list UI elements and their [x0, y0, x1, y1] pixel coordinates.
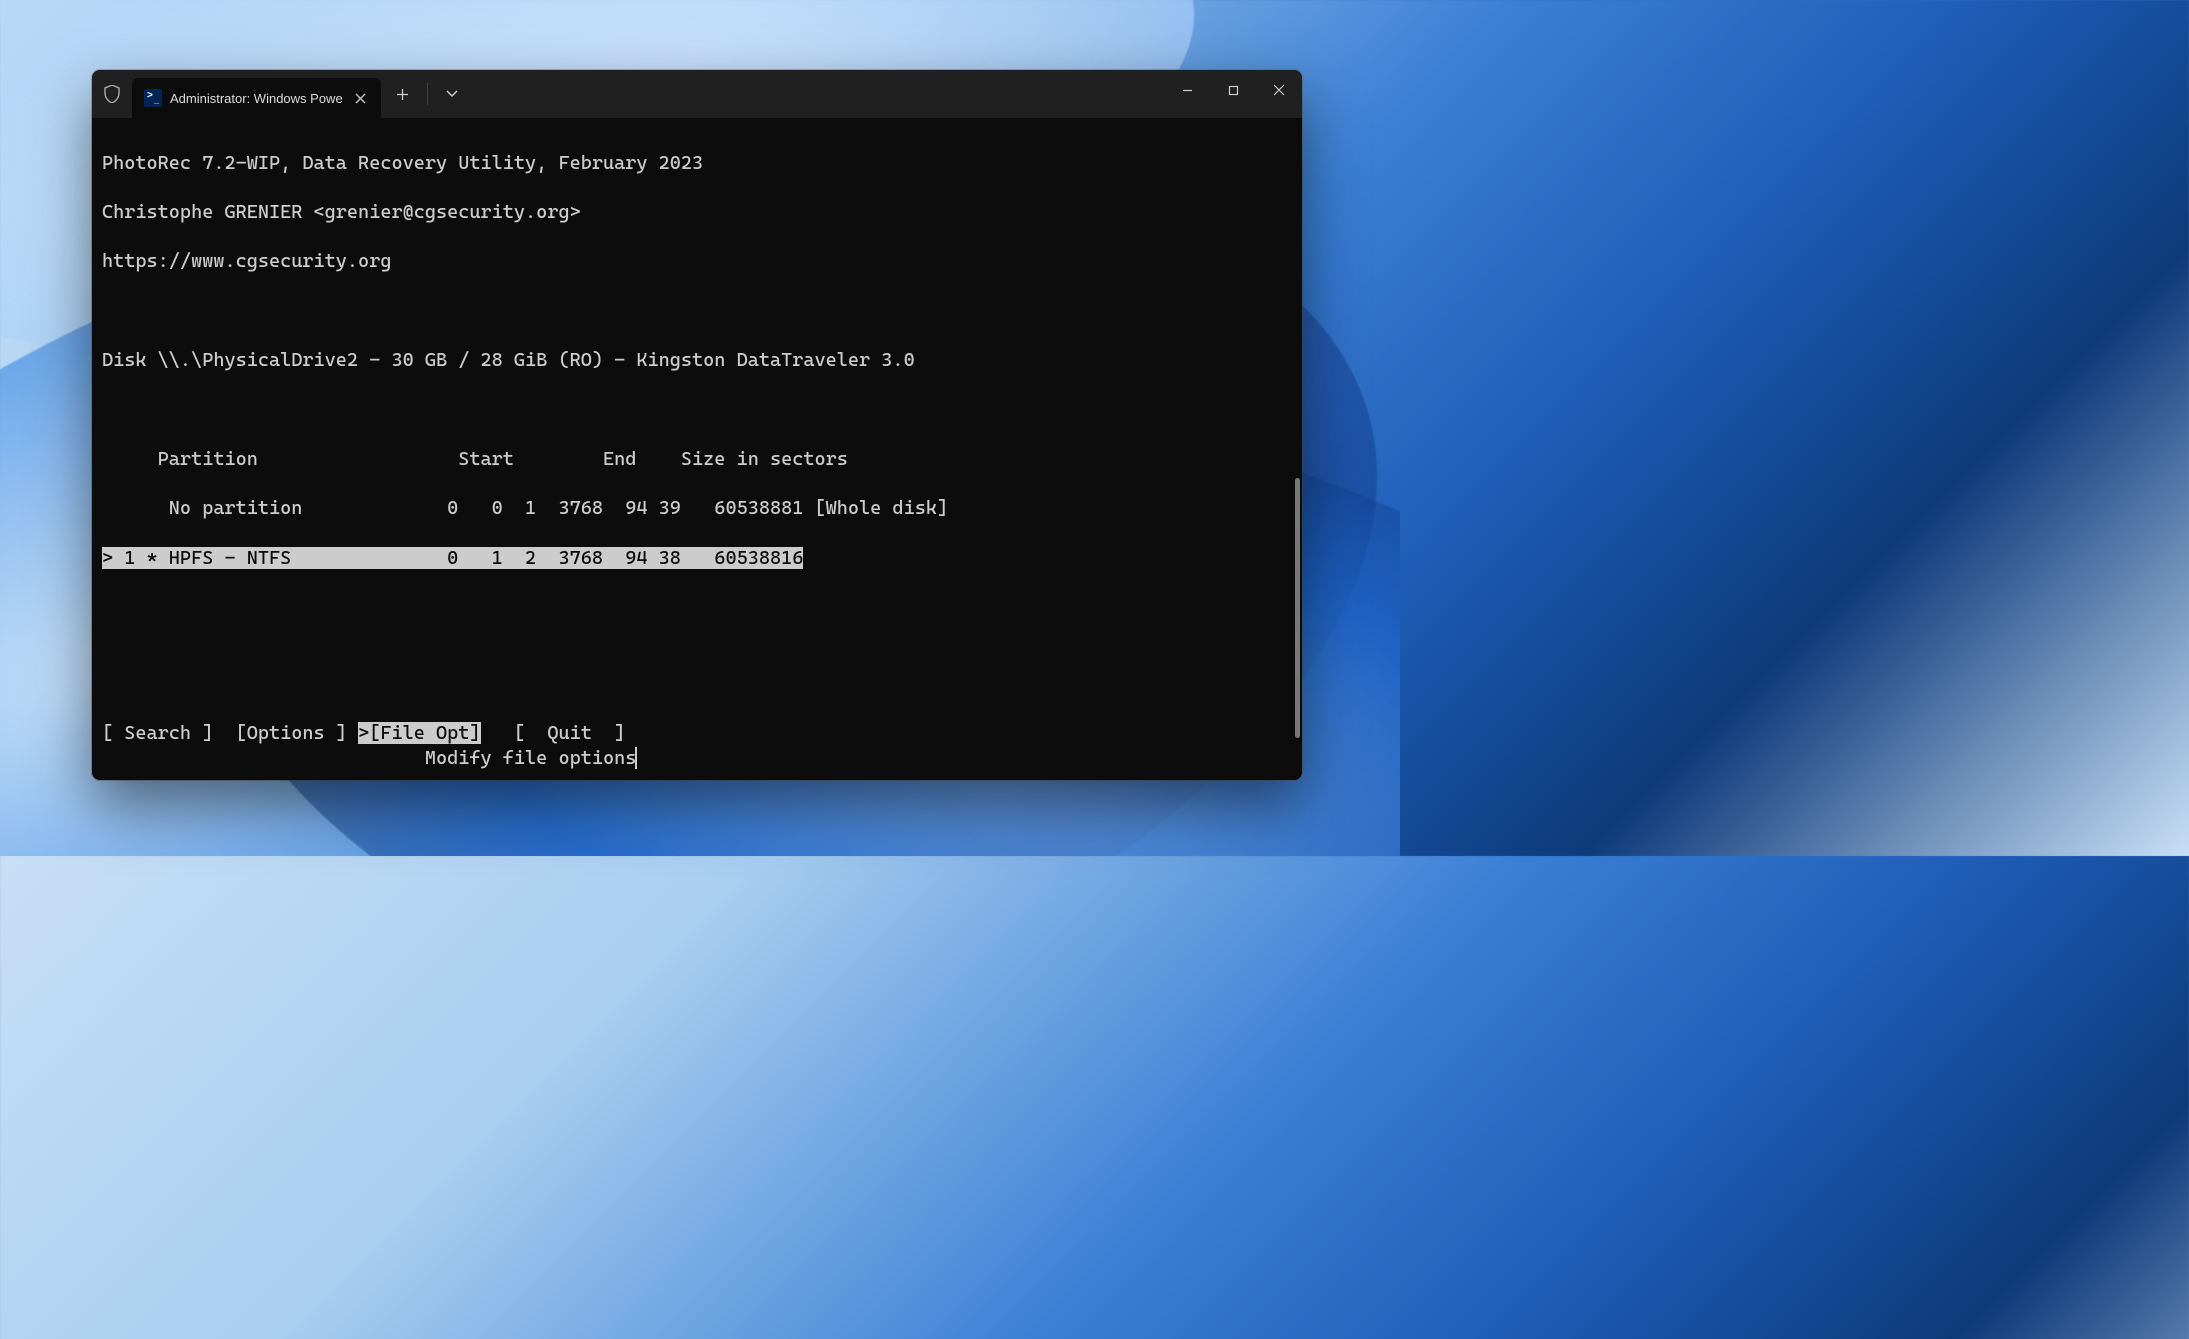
uac-shield-icon — [92, 70, 132, 118]
titlebar: Administrator: Windows Powe — [92, 70, 1302, 118]
menu-bar: [ Search ] [Options ] >[File Opt] [ Quit… — [102, 721, 625, 746]
photorec-author: Christophe GRENIER <grenier@cgsecurity.o… — [102, 200, 1292, 225]
cursor — [635, 747, 637, 769]
tab-dropdown-button[interactable] — [430, 70, 474, 118]
tab-title: Administrator: Windows Powe — [170, 91, 343, 106]
partition-table-header: Partition Start End Size in sectors — [102, 447, 1292, 472]
close-button[interactable] — [1256, 70, 1302, 110]
close-tab-icon[interactable] — [351, 88, 371, 108]
maximize-button[interactable] — [1210, 70, 1256, 110]
terminal-content[interactable]: PhotoRec 7.2-WIP, Data Recovery Utility,… — [92, 118, 1302, 780]
scrollbar[interactable] — [1295, 478, 1300, 738]
partition-row-whole-disk[interactable]: No partition 0 0 1 3768 94 39 60538881 [… — [102, 496, 1292, 521]
minimize-button[interactable] — [1164, 70, 1210, 110]
menu-search[interactable]: [ Search ] [Options ] — [102, 722, 358, 744]
menu-hint: Modify file options — [102, 746, 637, 771]
photorec-url: https://www.cgsecurity.org — [102, 249, 1292, 274]
menu-file-opt-selected[interactable]: >[File Opt] — [358, 722, 480, 744]
powershell-icon — [144, 89, 162, 107]
disk-info: Disk \\.\PhysicalDrive2 - 30 GB / 28 GiB… — [102, 348, 1292, 373]
menu-quit[interactable]: [ Quit ] — [481, 722, 626, 744]
new-tab-button[interactable] — [381, 70, 425, 118]
terminal-window: Administrator: Windows Powe — [92, 70, 1302, 780]
partition-row-selected[interactable]: > 1 * HPFS - NTFS 0 1 2 3768 94 38 60538… — [102, 546, 1292, 571]
photorec-header: PhotoRec 7.2-WIP, Data Recovery Utility,… — [102, 151, 1292, 176]
tab-powershell[interactable]: Administrator: Windows Powe — [132, 78, 381, 118]
